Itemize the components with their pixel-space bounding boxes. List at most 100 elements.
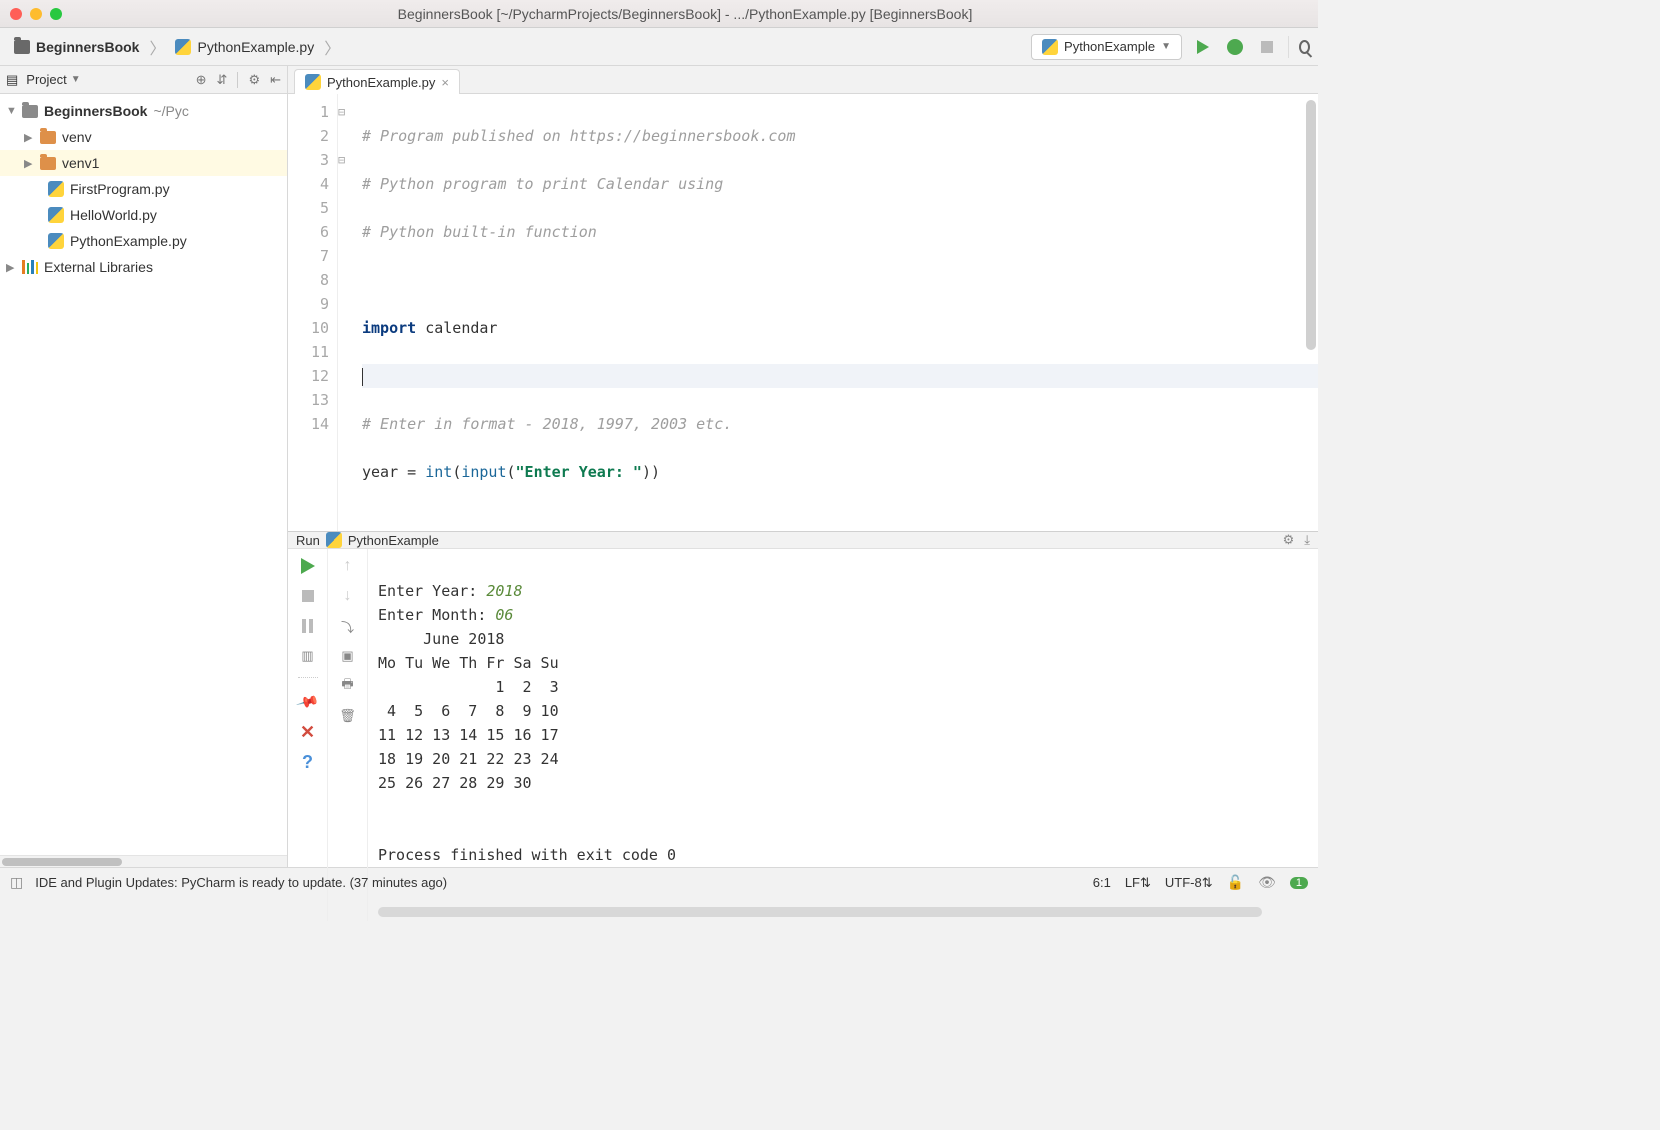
python-file-icon [48, 181, 64, 197]
clear-all-icon[interactable]: 🗑 [339, 707, 357, 725]
window-title: BeginnersBook [~/PycharmProjects/Beginne… [62, 6, 1308, 22]
editor[interactable]: 1 2 3 4 5 6 7 8 9 10 11 12 13 14 ⊟ ⊟ [288, 94, 1318, 531]
hide-panel-icon[interactable]: ⇤ [270, 72, 281, 88]
scrollbar-thumb[interactable] [2, 858, 122, 866]
bug-icon [1227, 39, 1243, 55]
run-nav-column: ↑ ↓ ⤵ ▣ 🖶 🗑 [328, 549, 368, 921]
code-token: # Enter in format - 2018, 1997, 2003 etc… [362, 415, 732, 433]
tree-external-libraries[interactable]: ▶ External Libraries [0, 254, 287, 280]
tree-folder-venv[interactable]: ▶ venv [0, 124, 287, 150]
folder-icon [14, 40, 30, 54]
line-number: 12 [288, 364, 329, 388]
code-area[interactable]: # Program published on https://beginners… [354, 94, 1318, 531]
navigation-bar: BeginnersBook 〉 PythonExample.py 〉 Pytho… [0, 28, 1318, 66]
console-text: 1 2 3 [378, 678, 559, 696]
tree-file-helloworld[interactable]: HelloWorld.py [0, 202, 287, 228]
layout-button[interactable]: ▥ [299, 647, 317, 665]
scrollbar-thumb[interactable] [378, 907, 1262, 917]
tree-root[interactable]: ▼ BeginnersBook ~/Pyc [0, 98, 287, 124]
editor-v-scrollbar[interactable] [1306, 100, 1316, 350]
gear-icon[interactable] [248, 72, 260, 88]
code-token: input [461, 463, 506, 481]
console-h-scrollbar[interactable] [378, 907, 1308, 917]
project-h-scrollbar[interactable] [0, 855, 287, 867]
titlebar: BeginnersBook [~/PycharmProjects/Beginne… [0, 0, 1318, 28]
project-tree[interactable]: ▼ BeginnersBook ~/Pyc ▶ venv ▶ venv1 Fir… [0, 94, 287, 855]
console-text: 25 26 27 28 29 30 [378, 774, 532, 792]
tree-file-firstprogram[interactable]: FirstProgram.py [0, 176, 287, 202]
expand-toggle-icon[interactable]: ▶ [24, 157, 34, 170]
separator [298, 677, 318, 681]
rerun-button[interactable] [299, 557, 317, 575]
pause-icon [302, 619, 313, 633]
code-token: "Enter Year: " [516, 463, 642, 481]
locate-icon[interactable]: ⊕ [196, 72, 207, 88]
close-window-icon[interactable] [10, 8, 22, 20]
libraries-icon [22, 260, 38, 274]
collapse-all-icon[interactable]: ⇵ [217, 72, 228, 88]
tree-folder-venv1[interactable]: ▶ venv1 [0, 150, 287, 176]
stop-icon [302, 590, 314, 602]
project-tool-icon: ▤ [6, 72, 18, 88]
stop-button[interactable] [1256, 36, 1278, 58]
pause-button[interactable] [299, 617, 317, 635]
tree-item-label: venv [62, 129, 92, 145]
main-area: ▤ Project ▼ ⊕ ⇵ ⇤ ▼ BeginnersBook ~/Pyc … [0, 66, 1318, 867]
code-token: int [425, 463, 452, 481]
run-button[interactable] [1192, 36, 1214, 58]
breadcrumb-file[interactable]: PythonExample.py [169, 37, 320, 57]
line-number: 8 [288, 268, 329, 292]
minimize-window-icon[interactable] [30, 8, 42, 20]
scroll-to-end-icon[interactable]: ▣ [339, 647, 357, 665]
breadcrumb-project-label: BeginnersBook [36, 39, 139, 55]
print-icon[interactable]: 🖶 [339, 677, 357, 695]
chevron-right-icon: 〉 [324, 35, 340, 59]
close-tab-icon[interactable]: × [441, 75, 449, 90]
stop-icon [1261, 41, 1273, 53]
expand-toggle-icon[interactable]: ▼ [6, 105, 16, 117]
tab-pythonexample[interactable]: PythonExample.py × [294, 69, 460, 94]
code-token: # Python program to print Calendar using [362, 175, 723, 193]
run-config-selector[interactable]: PythonExample ▼ [1031, 34, 1182, 60]
soft-wrap-icon[interactable]: ⤵ [339, 617, 357, 635]
play-icon [301, 558, 315, 574]
folder-icon [40, 157, 56, 170]
run-label: Run [296, 533, 320, 548]
debug-button[interactable] [1224, 36, 1246, 58]
down-stack-icon[interactable]: ↓ [339, 587, 357, 605]
tab-label: PythonExample.py [327, 75, 435, 90]
chevron-down-icon: ▼ [71, 74, 81, 85]
maximize-window-icon[interactable] [50, 8, 62, 20]
console-output[interactable]: Enter Year: 2018 Enter Month: 06 June 20… [368, 549, 1318, 921]
line-number: 1 [288, 100, 329, 124]
tree-item-label: venv1 [62, 155, 99, 171]
console-input: 2018 [486, 582, 522, 600]
current-line [362, 364, 1318, 388]
search-everywhere-button[interactable] [1288, 36, 1310, 58]
expand-toggle-icon[interactable]: ▶ [6, 261, 16, 274]
fold-start-icon[interactable]: ⊟ [338, 100, 354, 124]
editor-area: PythonExample.py × 1 2 3 4 5 6 7 8 9 10 … [288, 66, 1318, 867]
tree-item-label: External Libraries [44, 259, 153, 275]
breadcrumb-project[interactable]: BeginnersBook [8, 37, 145, 57]
help-button[interactable]: ? [299, 753, 317, 771]
up-stack-icon[interactable]: ↑ [339, 557, 357, 575]
fold-gutter: ⊟ ⊟ [338, 94, 354, 531]
editor-tabs: PythonExample.py × [288, 66, 1318, 94]
run-header: Run PythonExample [288, 532, 1318, 549]
download-icon[interactable] [1304, 532, 1310, 548]
expand-toggle-icon[interactable]: ▶ [24, 131, 34, 144]
tree-item-label: FirstProgram.py [70, 181, 170, 197]
line-number: 4 [288, 172, 329, 196]
stop-button[interactable] [299, 587, 317, 605]
tree-file-pythonexample[interactable]: PythonExample.py [0, 228, 287, 254]
gear-icon[interactable] [1283, 532, 1295, 548]
breadcrumb: BeginnersBook 〉 PythonExample.py 〉 [8, 35, 340, 59]
tool-windows-icon[interactable]: ◫ [10, 874, 23, 891]
project-view-selector[interactable]: Project ▼ [26, 72, 80, 87]
close-button[interactable]: ✕ [299, 723, 317, 741]
project-panel-header: ▤ Project ▼ ⊕ ⇵ ⇤ [0, 66, 287, 94]
fold-end-icon[interactable]: ⊟ [338, 148, 354, 172]
code-token: )) [642, 463, 660, 481]
pin-tab-icon[interactable]: 📌 [295, 690, 320, 715]
